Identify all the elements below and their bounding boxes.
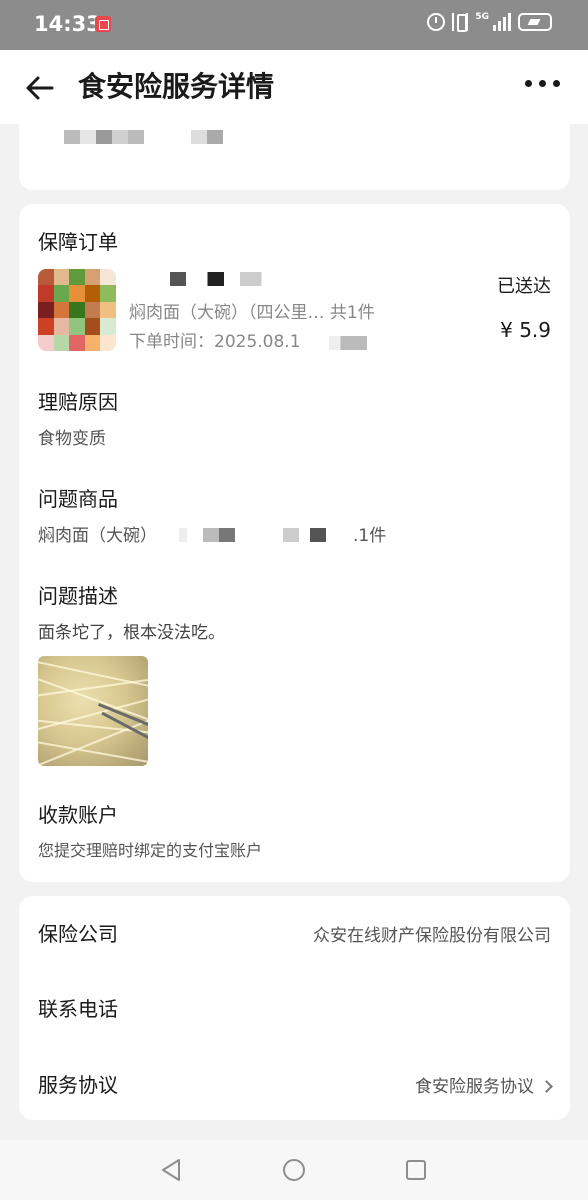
insurer-label: 保险公司 — [38, 922, 118, 946]
problem-item-name: 焖肉面（大碗） — [38, 526, 157, 546]
order-status: 已送达 — [497, 276, 551, 297]
order-time: 下单时间：2025.08.1 — [129, 332, 301, 352]
section-title-payee: 收款账户 — [38, 803, 118, 827]
more-options-icon[interactable] — [525, 80, 560, 87]
pixelated-redaction — [179, 528, 339, 542]
section-title-problem-item: 问题商品 — [38, 487, 118, 511]
section-title-claim-reason: 理赔原因 — [38, 390, 118, 414]
phone-label[interactable]: 联系电话 — [38, 993, 118, 1022]
agreement-label: 服务协议 — [38, 1073, 118, 1097]
page-title: 食安险服务详情 — [78, 70, 275, 103]
claim-details-card: 保障订单 焖肉面（大碗）（四公里… 共1件 下单时间：2025.08.1 已送达… — [19, 204, 570, 882]
pixelated-redaction — [191, 130, 223, 144]
nav-recent-apps-icon[interactable] — [406, 1160, 426, 1180]
network-label: 5G — [475, 12, 489, 22]
status-icons: 5G — [427, 13, 552, 32]
nav-home-icon[interactable] — [283, 1159, 305, 1181]
claim-reason-value: 食物变质 — [38, 429, 106, 449]
pixelated-redaction — [64, 130, 144, 144]
pixelated-redaction — [159, 272, 267, 286]
order-price: ¥ 5.9 — [500, 318, 551, 342]
summary-card — [19, 110, 570, 190]
product-thumbnail — [38, 269, 116, 351]
battery-charging-icon — [518, 13, 552, 31]
problem-desc-value: 面条坨了，根本没法吃。 — [38, 623, 225, 643]
section-title-order: 保障订单 — [38, 230, 118, 254]
status-bar: 14:33 5G — [0, 0, 588, 50]
insurer-info-card: 保险公司 众安在线财产保险股份有限公司 联系电话 服务协议 食安险服务协议 — [19, 896, 570, 1120]
alarm-icon — [427, 13, 446, 31]
back-arrow-icon[interactable] — [24, 72, 56, 104]
system-nav-bar — [0, 1140, 588, 1200]
order-item-name: 焖肉面（大碗）（四公里… 共1件 — [129, 303, 375, 323]
status-time: 14:33 — [34, 12, 101, 36]
pixelated-redaction — [329, 336, 367, 350]
nav-back-icon[interactable] — [160, 1158, 182, 1182]
evidence-photo[interactable] — [38, 656, 148, 766]
vibrate-icon — [452, 13, 469, 32]
insurer-value: 众安在线财产保险股份有限公司 — [313, 926, 551, 946]
problem-item-qty: .1件 — [353, 526, 387, 546]
agreement-link-text[interactable]: 食安险服务协议 — [415, 1077, 534, 1097]
agreement-link[interactable]: 食安险服务协议 — [415, 1072, 553, 1097]
payee-value: 您提交理赔时绑定的支付宝账户 — [38, 841, 263, 860]
section-title-problem-desc: 问题描述 — [38, 584, 118, 608]
chevron-right-icon — [540, 1080, 553, 1093]
signal-icon: 5G — [475, 13, 511, 31]
notification-icon — [95, 16, 111, 32]
